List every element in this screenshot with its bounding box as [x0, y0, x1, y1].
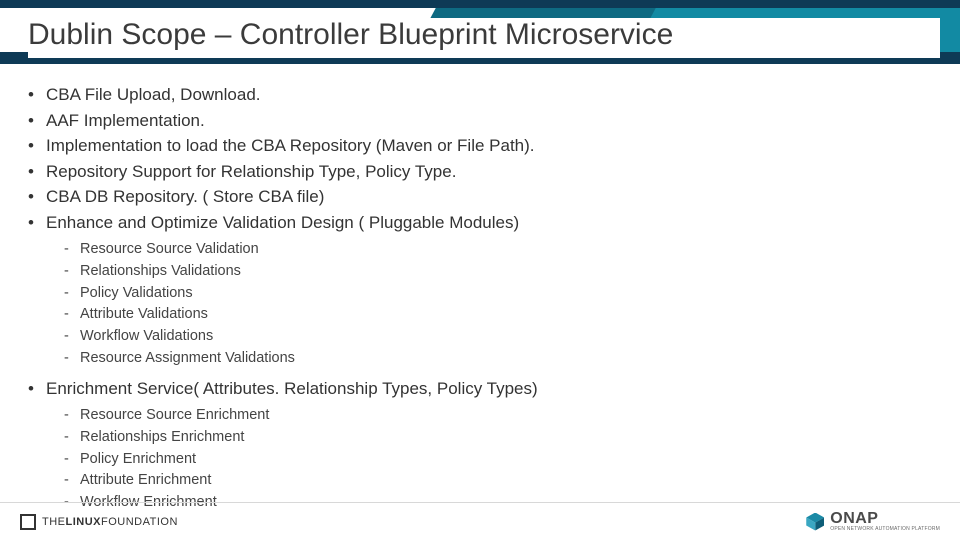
bullet-icon: • — [28, 82, 46, 108]
sub-list: -Resource Source Validation-Relationship… — [64, 239, 932, 370]
dash-icon: - — [64, 326, 80, 348]
bullet-icon: • — [28, 133, 46, 159]
list-item-text: Implementation to load the CBA Repositor… — [46, 133, 932, 159]
bullet-list: •CBA File Upload, Download.•AAF Implemen… — [28, 82, 932, 514]
content-area: •CBA File Upload, Download.•AAF Implemen… — [28, 82, 932, 494]
list-item: •Implementation to load the CBA Reposito… — [28, 133, 932, 159]
sub-list-item-text: Relationships Enrichment — [80, 427, 244, 449]
dash-icon: - — [64, 470, 80, 492]
list-item: •AAF Implementation. — [28, 108, 932, 134]
sub-list-item-text: Attribute Validations — [80, 304, 208, 326]
list-item: •Enrichment Service( Attributes. Relatio… — [28, 376, 932, 402]
onap-name: ONAP — [830, 511, 940, 527]
sub-list-item: -Resource Assignment Validations — [64, 348, 932, 370]
lf-linux: LINUX — [66, 516, 102, 528]
bullet-icon: • — [28, 159, 46, 185]
list-item-text: CBA File Upload, Download. — [46, 82, 932, 108]
onap-logo: ONAP OPEN NETWORK AUTOMATION PLATFORM — [806, 511, 940, 532]
sub-list-item: -Resource Source Enrichment — [64, 405, 932, 427]
dash-icon: - — [64, 261, 80, 283]
page-title: Dublin Scope – Controller Blueprint Micr… — [28, 18, 940, 58]
list-item-text: Enhance and Optimize Validation Design (… — [46, 210, 932, 236]
sub-list-item: -Policy Enrichment — [64, 449, 932, 471]
linux-foundation-text: THELINUXFOUNDATION — [42, 516, 178, 528]
list-item: •Repository Support for Relationship Typ… — [28, 159, 932, 185]
dash-icon: - — [64, 427, 80, 449]
sub-list-item: -Workflow Validations — [64, 326, 932, 348]
linux-foundation-logo: THELINUXFOUNDATION — [20, 514, 178, 530]
dash-icon: - — [64, 348, 80, 370]
list-item: •CBA DB Repository. ( Store CBA file) — [28, 184, 932, 210]
sub-list-item: -Policy Validations — [64, 283, 932, 305]
sub-list-item-text: Policy Validations — [80, 283, 193, 305]
sub-list-item: -Attribute Validations — [64, 304, 932, 326]
dash-icon: - — [64, 304, 80, 326]
list-item-text: AAF Implementation. — [46, 108, 932, 134]
bullet-icon: • — [28, 184, 46, 210]
bullet-icon: • — [28, 210, 46, 236]
list-item-text: Repository Support for Relationship Type… — [46, 159, 932, 185]
list-item: •CBA File Upload, Download. — [28, 82, 932, 108]
bullet-icon: • — [28, 376, 46, 402]
linux-foundation-icon — [20, 514, 36, 530]
dash-icon: - — [64, 405, 80, 427]
onap-cube-icon — [806, 513, 824, 531]
bullet-icon: • — [28, 108, 46, 134]
sub-list-item: -Attribute Enrichment — [64, 470, 932, 492]
sub-list: -Resource Source Enrichment-Relationship… — [64, 405, 932, 514]
dash-icon: - — [64, 283, 80, 305]
sub-list-item-text: Workflow Validations — [80, 326, 213, 348]
sub-list-item: -Relationships Enrichment — [64, 427, 932, 449]
sub-list-item-text: Policy Enrichment — [80, 449, 196, 471]
onap-text: ONAP OPEN NETWORK AUTOMATION PLATFORM — [830, 511, 940, 532]
list-item-text: CBA DB Repository. ( Store CBA file) — [46, 184, 932, 210]
sub-list-item-text: Resource Source Validation — [80, 239, 259, 261]
sub-list-item-text: Relationships Validations — [80, 261, 241, 283]
sub-list-item-text: Attribute Enrichment — [80, 470, 211, 492]
dash-icon: - — [64, 239, 80, 261]
list-item-text: Enrichment Service( Attributes. Relation… — [46, 376, 932, 402]
sub-list-item: -Resource Source Validation — [64, 239, 932, 261]
lf-foundation: FOUNDATION — [101, 516, 178, 528]
sub-list-item-text: Resource Source Enrichment — [80, 405, 269, 427]
lf-the: THE — [42, 516, 66, 528]
list-item: •Enhance and Optimize Validation Design … — [28, 210, 932, 236]
dash-icon: - — [64, 449, 80, 471]
sub-list-item: -Relationships Validations — [64, 261, 932, 283]
sub-list-item-text: Resource Assignment Validations — [80, 348, 295, 370]
onap-tagline: OPEN NETWORK AUTOMATION PLATFORM — [830, 527, 940, 532]
footer: THELINUXFOUNDATION ONAP OPEN NETWORK AUT… — [0, 502, 960, 540]
